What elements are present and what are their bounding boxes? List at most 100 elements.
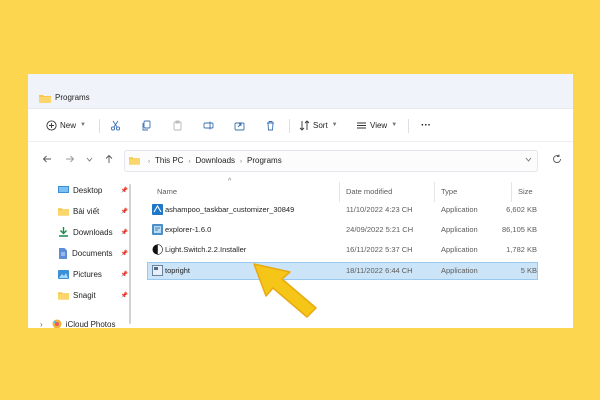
more-options-button[interactable]: ···: [418, 109, 431, 141]
plus-circle-icon: [46, 119, 57, 131]
address-input[interactable]: › This PC › Downloads › Programs: [124, 150, 538, 172]
column-divider[interactable]: [434, 182, 435, 202]
view-list-icon: [357, 122, 366, 128]
file-size: 86,105 KB: [501, 225, 537, 234]
breadcrumb-item-downloads[interactable]: Downloads: [195, 156, 235, 165]
paste-icon: [173, 120, 182, 130]
file-size: 5 KB: [520, 266, 537, 275]
sort-button-label: Sort: [313, 120, 328, 130]
table-row-selected[interactable]: topright 18/11/2022 6:44 CH Application …: [147, 262, 538, 280]
breadcrumb-separator-icon: ›: [148, 159, 150, 165]
address-history-chevron-icon[interactable]: [525, 156, 532, 163]
file-size: 6,602 KB: [506, 205, 537, 214]
file-date-modified: 16/11/2022 5:37 CH: [346, 245, 413, 254]
refresh-icon[interactable]: [552, 154, 562, 164]
toolbar-divider: [99, 119, 100, 133]
sidebar-item-label: Desktop: [73, 185, 103, 195]
pin-icon: 📌: [120, 187, 128, 194]
column-header-date-modified[interactable]: Date modified: [346, 187, 392, 196]
more-options-icon: ···: [421, 119, 431, 131]
folder-icon: [39, 95, 51, 103]
breadcrumb-separator-icon: ›: [240, 159, 243, 165]
file-type: Application: [441, 225, 478, 234]
file-date-modified: 18/11/2022 6:44 CH: [346, 266, 413, 275]
back-arrow-icon[interactable]: [42, 154, 52, 164]
folder-icon: [58, 207, 69, 216]
view-button-label: View: [370, 120, 388, 130]
sidebar-item-downloads[interactable]: Downloads 📌: [58, 223, 132, 241]
sidebar-item-label: Documents: [72, 248, 113, 258]
pin-icon: 📌: [120, 271, 128, 278]
chevron-down-icon: ▼: [331, 122, 338, 128]
forward-arrow-icon[interactable]: [65, 154, 75, 164]
breadcrumb-item-this-pc[interactable]: This PC: [155, 156, 183, 165]
pictures-icon: [58, 269, 69, 279]
sidebar-item-desktop[interactable]: Desktop 📌: [58, 181, 132, 199]
navigation-scrollbar[interactable]: [129, 184, 131, 324]
sidebar-item-documents[interactable]: Documents 📌: [58, 244, 132, 262]
table-row[interactable]: ashampoo_taskbar_customizer_30849 11/10/…: [147, 201, 538, 219]
table-row[interactable]: explorer-1.6.0 24/09/2022 5:21 CH Applic…: [147, 221, 538, 239]
sidebar-item-icloud-photos[interactable]: › iCloud Photos: [40, 315, 132, 328]
sidebar-item-label: Pictures: [73, 269, 102, 279]
folder-icon: [129, 157, 140, 165]
breadcrumb: › This PC › Downloads › Programs: [143, 156, 282, 165]
file-type: Application: [441, 205, 478, 214]
toolbar-divider: [289, 119, 290, 133]
navigation-pane: Desktop 📌 Bài viết 📌 Downloads 📌 Documen…: [28, 178, 132, 328]
sort-button[interactable]: Sort ▼: [299, 109, 338, 141]
documents-icon: [59, 247, 67, 259]
share-icon: [234, 122, 245, 130]
file-type: Application: [441, 266, 478, 275]
breadcrumb-item-programs[interactable]: Programs: [247, 156, 282, 165]
file-date-modified: 24/09/2022 5:21 CH: [346, 225, 414, 234]
table-row[interactable]: Light.Switch.2.2.Installer 16/11/2022 5:…: [147, 241, 538, 259]
column-header-name[interactable]: Name: [157, 187, 177, 196]
column-divider[interactable]: [511, 182, 512, 202]
command-bar: New ▼ Sort ▼ View ▼ ···: [28, 109, 573, 142]
paste-button[interactable]: [172, 109, 183, 141]
file-name: Light.Switch.2.2.Installer: [165, 245, 247, 254]
chevron-right-icon[interactable]: ›: [40, 320, 43, 329]
new-button-label: New: [60, 120, 77, 130]
address-bar-row: › This PC › Downloads › Programs: [28, 142, 573, 178]
copy-button[interactable]: [141, 109, 152, 141]
new-button[interactable]: New ▼: [46, 109, 86, 141]
file-type: Application: [441, 245, 478, 254]
sidebar-item-snagit[interactable]: Snagit 📌: [58, 286, 132, 304]
sort-ascending-caret-icon: ^: [228, 178, 232, 185]
file-size: 1,782 KB: [506, 245, 537, 254]
sort-icon: [299, 119, 310, 131]
view-button[interactable]: View ▼: [356, 109, 397, 141]
rename-button[interactable]: [203, 109, 214, 141]
share-button[interactable]: [234, 109, 245, 141]
lightswitch-app-icon: [152, 244, 163, 255]
chevron-down-icon: ▼: [391, 122, 398, 128]
chevron-down-icon: ▼: [80, 122, 86, 128]
title-bar: Programs: [28, 74, 573, 109]
rename-icon: [203, 121, 214, 129]
column-header-type[interactable]: Type: [441, 187, 457, 196]
sidebar-item-bai-viet[interactable]: Bài viết 📌: [58, 202, 132, 220]
copy-icon: [142, 120, 151, 130]
cut-button[interactable]: [110, 109, 121, 141]
up-arrow-icon[interactable]: [104, 154, 114, 164]
file-name: explorer-1.6.0: [165, 225, 212, 234]
delete-button[interactable]: [265, 109, 276, 141]
window-title: Programs: [55, 93, 90, 102]
recent-locations-chevron-icon[interactable]: [86, 156, 93, 163]
desktop-icon: [58, 185, 69, 193]
file-list: ^ Name Date modified Type Size ashampoo_…: [144, 178, 564, 328]
sidebar-item-label: Snagit: [73, 290, 96, 300]
file-date-modified: 11/10/2022 4:23 CH: [346, 205, 413, 214]
file-name: topright: [165, 266, 191, 275]
column-divider[interactable]: [339, 182, 340, 202]
explorer-app-icon: [152, 224, 163, 235]
pin-icon: 📌: [120, 208, 128, 215]
pin-icon: 📌: [120, 229, 128, 236]
column-header-size[interactable]: Size: [518, 187, 533, 196]
ashampoo-app-icon: [152, 204, 163, 215]
sidebar-item-pictures[interactable]: Pictures 📌: [58, 265, 132, 283]
icloud-photos-icon: [52, 319, 62, 328]
sidebar-item-label: Downloads: [73, 227, 113, 237]
